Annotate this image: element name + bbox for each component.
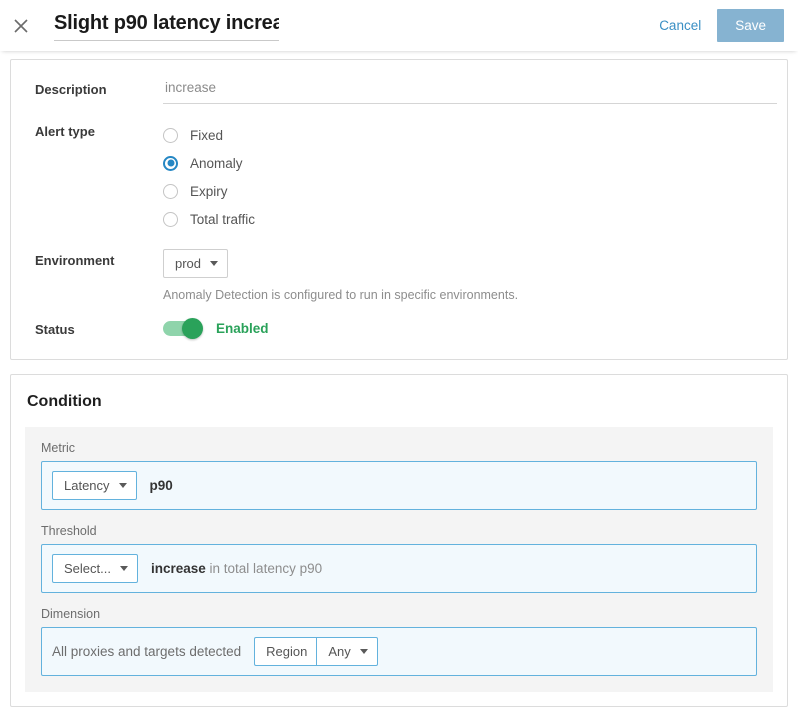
environment-row: Environment prod Anomaly Detection is co… xyxy=(21,249,777,302)
metric-dropdown-value: Latency xyxy=(64,478,110,493)
environment-label: Environment xyxy=(35,249,163,268)
environment-dropdown-value: prod xyxy=(175,256,201,271)
threshold-text-rest: in total latency p90 xyxy=(210,561,323,576)
radio-icon xyxy=(163,212,178,227)
threshold-row-text: increase in total latency p90 xyxy=(151,561,322,576)
radio-option-fixed[interactable]: Fixed xyxy=(163,121,777,149)
metric-row-value: p90 xyxy=(150,478,173,493)
cancel-button[interactable]: Cancel xyxy=(659,18,701,33)
status-state-text: Enabled xyxy=(216,321,269,336)
threshold-dropdown[interactable]: Select... xyxy=(52,554,138,583)
chevron-down-icon xyxy=(360,649,368,654)
environment-control: prod Anomaly Detection is configured to … xyxy=(163,249,777,302)
radio-label: Fixed xyxy=(190,128,223,143)
environment-dropdown[interactable]: prod xyxy=(163,249,228,278)
radio-icon-selected xyxy=(163,156,178,171)
alert-title-wrapper xyxy=(54,10,279,41)
description-label: Description xyxy=(35,78,163,97)
chevron-down-icon xyxy=(119,483,127,488)
alert-title-input[interactable] xyxy=(54,10,279,41)
close-button[interactable] xyxy=(0,0,42,51)
dimension-lead-text: All proxies and targets detected xyxy=(52,644,241,659)
toggle-knob xyxy=(182,318,203,339)
alert-type-control: Fixed Anomaly Expiry Total traffic xyxy=(163,120,777,233)
dimension-value-label: Any xyxy=(328,644,350,659)
radio-option-anomaly[interactable]: Anomaly xyxy=(163,149,777,177)
dimension-group-button[interactable]: Region xyxy=(254,637,316,666)
threshold-label: Threshold xyxy=(41,524,757,538)
dimension-label: Dimension xyxy=(41,607,757,621)
description-input[interactable] xyxy=(163,78,777,104)
radio-label: Anomaly xyxy=(190,156,243,171)
dialog-header: Cancel Save xyxy=(0,0,798,51)
threshold-row: Select... increase in total latency p90 xyxy=(41,544,757,593)
status-toggle[interactable] xyxy=(163,321,201,336)
chevron-down-icon xyxy=(120,566,128,571)
close-icon xyxy=(13,18,29,34)
radio-icon xyxy=(163,128,178,143)
dimension-group-label: Region xyxy=(266,644,307,659)
settings-card: Description Alert type Fixed Anomaly xyxy=(10,59,788,360)
status-control: Enabled xyxy=(163,318,777,336)
radio-option-total-traffic[interactable]: Total traffic xyxy=(163,205,777,233)
chevron-down-icon xyxy=(210,261,218,266)
condition-card: Condition Metric Latency p90 Threshold S… xyxy=(10,374,788,707)
metric-row: Latency p90 xyxy=(41,461,757,510)
condition-title: Condition xyxy=(27,393,773,411)
alert-type-radio-group: Fixed Anomaly Expiry Total traffic xyxy=(163,121,777,233)
alert-type-label: Alert type xyxy=(35,120,163,139)
radio-icon xyxy=(163,184,178,199)
environment-helper-text: Anomaly Detection is configured to run i… xyxy=(163,288,777,302)
status-label: Status xyxy=(35,318,163,337)
description-row: Description xyxy=(21,78,777,104)
status-toggle-wrapper: Enabled xyxy=(163,318,777,336)
dimension-value-dropdown[interactable]: Any xyxy=(316,637,377,666)
metric-row-text: p90 xyxy=(150,478,173,493)
radio-label: Total traffic xyxy=(190,212,255,227)
condition-builder-panel: Metric Latency p90 Threshold Select... i xyxy=(25,427,773,692)
radio-label: Expiry xyxy=(190,184,228,199)
threshold-text-bold: increase xyxy=(151,561,206,576)
description-control xyxy=(163,78,777,104)
radio-option-expiry[interactable]: Expiry xyxy=(163,177,777,205)
alert-type-row: Alert type Fixed Anomaly Expiry xyxy=(21,120,777,233)
metric-label: Metric xyxy=(41,441,757,455)
threshold-dropdown-value: Select... xyxy=(64,561,111,576)
metric-dropdown[interactable]: Latency xyxy=(52,471,137,500)
status-row: Status Enabled xyxy=(21,318,777,337)
dialog-body: Description Alert type Fixed Anomaly xyxy=(0,51,798,707)
save-button[interactable]: Save xyxy=(717,9,784,42)
